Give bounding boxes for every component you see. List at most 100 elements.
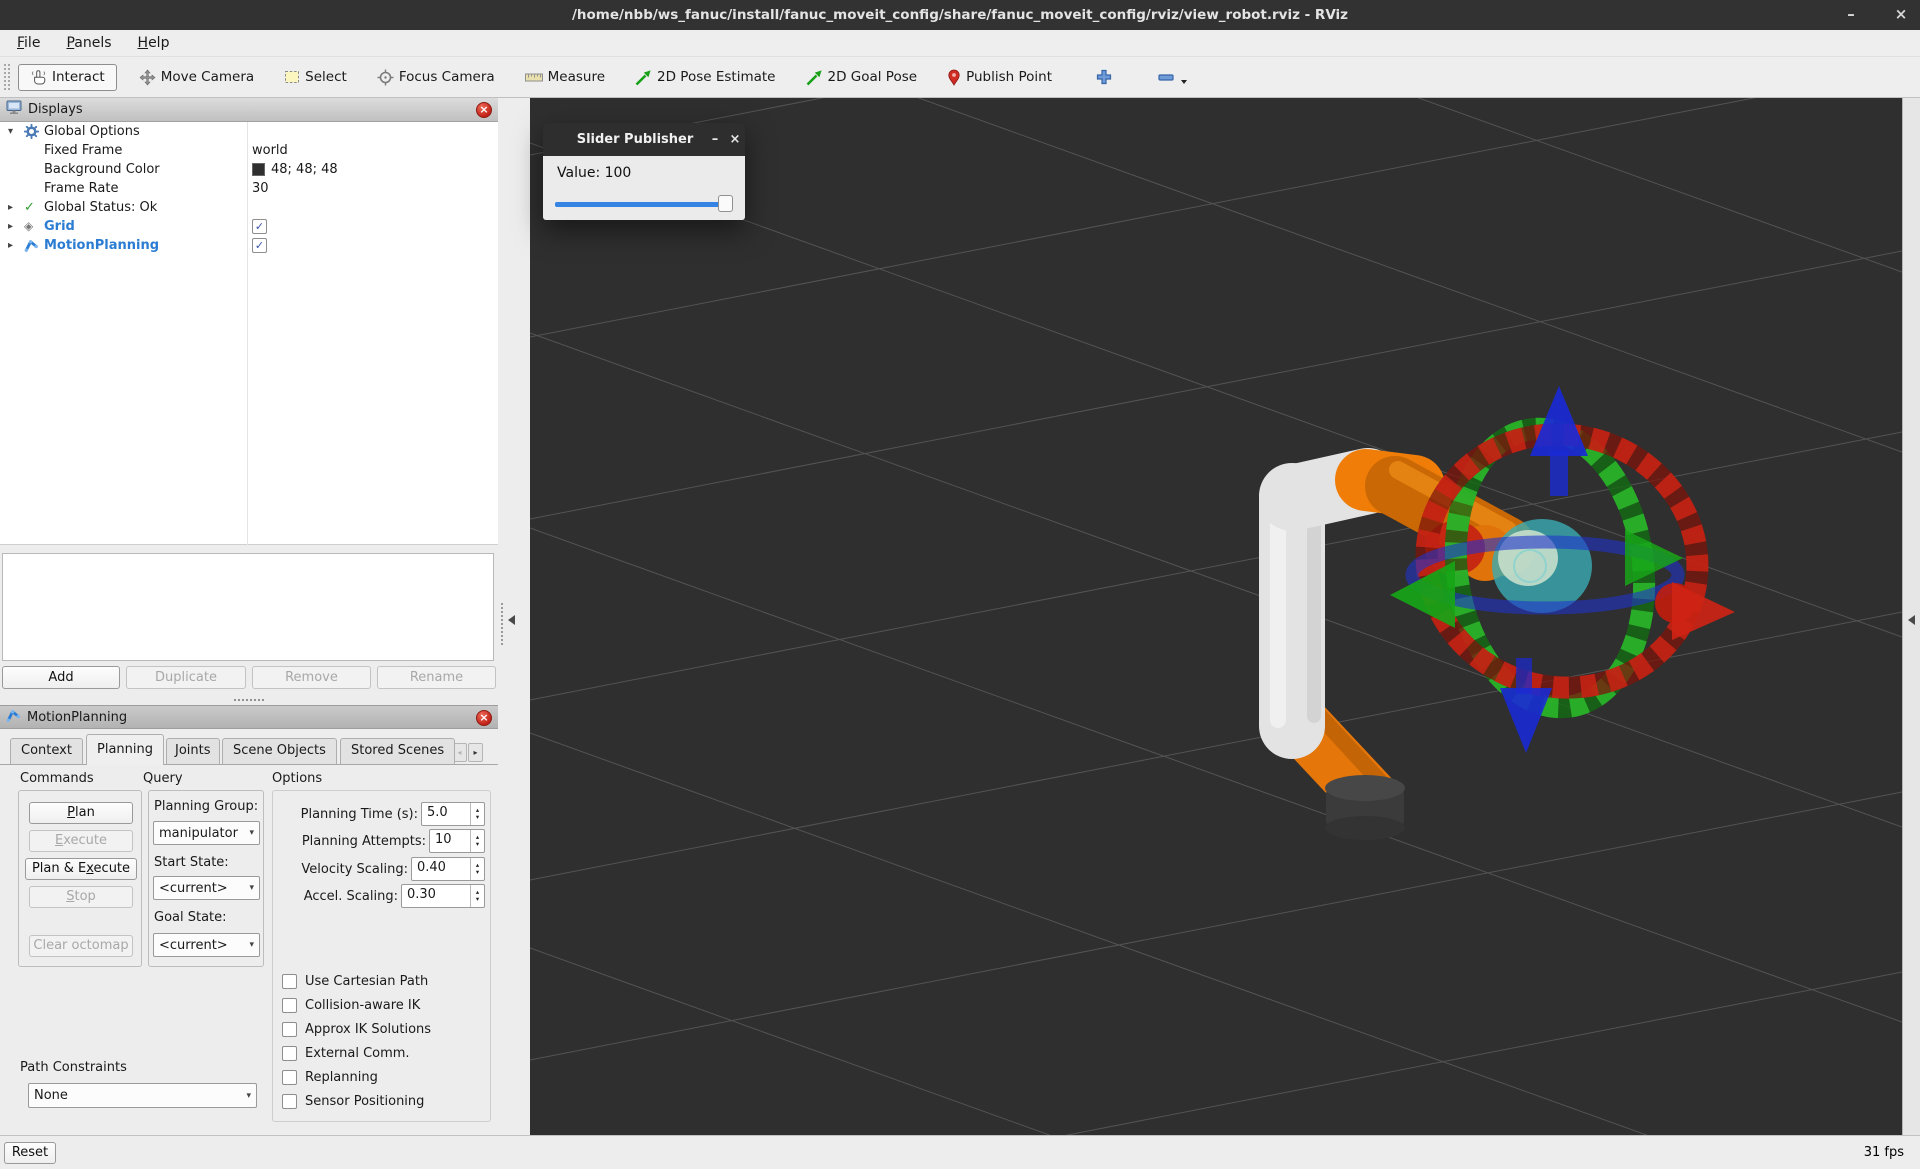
tree-row-background-color[interactable]: Background Color 48; 48; 48 (0, 160, 498, 179)
chevron-expanded-icon[interactable]: ▾ (8, 122, 20, 141)
tree-row-fixed-frame[interactable]: Fixed Frame world (0, 141, 498, 160)
background-color-value[interactable]: 48; 48; 48 (271, 160, 338, 179)
replanning-checkbox[interactable] (282, 1070, 297, 1085)
monitor-icon (6, 100, 22, 119)
tool-measure[interactable]: Measure (517, 64, 613, 90)
chevron-collapsed-icon[interactable]: ▸ (8, 236, 20, 255)
panel-viewport-splitter[interactable] (498, 98, 530, 1135)
tab-joints[interactable]: Joints (166, 738, 220, 764)
collision-aware-ik-option[interactable]: Collision-aware IK (282, 997, 420, 1014)
stop-button[interactable]: Stop (29, 886, 133, 908)
rename-display-button[interactable]: Rename (377, 666, 496, 689)
velocity-scaling-input[interactable]: 0.40 ▴▾ (411, 857, 485, 881)
toolbar-grip[interactable] (4, 64, 10, 90)
spin-down-icon: ▾ (476, 869, 479, 876)
fixed-frame-value[interactable]: world (252, 141, 288, 160)
slider-window-close-button[interactable]: × (725, 132, 745, 147)
sensor-positioning-option[interactable]: Sensor Positioning (282, 1093, 424, 1110)
spinner-buttons[interactable]: ▴▾ (470, 885, 484, 907)
accel-scaling-input[interactable]: 0.30 ▴▾ (401, 884, 485, 908)
add-display-button[interactable]: Add (2, 666, 120, 689)
reset-button[interactable]: Reset (4, 1142, 56, 1164)
duplicate-display-button[interactable]: Duplicate (126, 666, 246, 689)
displays-panel-header[interactable]: Displays × (0, 98, 498, 122)
motion-planning-icon (24, 238, 39, 259)
remove-display-button[interactable]: Remove (252, 666, 371, 689)
path-constraints-select[interactable]: None ▾ (28, 1083, 257, 1108)
use-cartesian-path-option[interactable]: Use Cartesian Path (282, 973, 428, 990)
tab-stored-scenes[interactable]: Stored Scenes (340, 738, 455, 764)
3d-scene-canvas[interactable] (530, 98, 1902, 1135)
plan-and-execute-button[interactable]: Plan & Execute (25, 858, 137, 880)
window-close-button[interactable]: × (1890, 0, 1912, 30)
replanning-option[interactable]: Replanning (282, 1069, 378, 1086)
collision-aware-ik-checkbox[interactable] (282, 998, 297, 1013)
menu-file[interactable]: File (4, 30, 53, 57)
plan-button[interactable]: Plan (29, 802, 133, 824)
tool-publish-point[interactable]: Publish Point (939, 64, 1060, 91)
green-pose-arrow-icon (635, 69, 652, 86)
spinner-buttons[interactable]: ▴▾ (470, 830, 484, 852)
slider-handle[interactable] (718, 195, 733, 212)
tool-select[interactable]: Select (276, 64, 355, 90)
tree-row-grid[interactable]: ▸ ◈ Grid ✓ (0, 217, 498, 236)
close-displays-panel-button[interactable]: × (476, 102, 492, 118)
collapse-left-icon[interactable] (508, 615, 515, 625)
planning-attempts-input[interactable]: 10 ▴▾ (429, 829, 485, 853)
tab-scroll-right-button[interactable]: ▸ (468, 743, 483, 762)
value-slider[interactable] (555, 195, 733, 213)
selection-box-icon (284, 69, 300, 85)
splitter-grip[interactable] (501, 603, 503, 645)
color-swatch[interactable] (252, 163, 265, 176)
use-cartesian-path-checkbox[interactable] (282, 974, 297, 989)
tool-move-camera[interactable]: Move Camera (131, 64, 262, 91)
close-motion-planning-panel-button[interactable]: × (476, 710, 492, 726)
plus-icon (1096, 69, 1112, 85)
approx-ik-solutions-option[interactable]: Approx IK Solutions (282, 1021, 431, 1038)
sensor-positioning-checkbox[interactable] (282, 1094, 297, 1109)
tree-row-global-status[interactable]: ▸ ✓ Global Status: Ok (0, 198, 498, 217)
tool-focus-camera[interactable]: Focus Camera (369, 64, 503, 91)
tree-row-frame-rate[interactable]: Frame Rate 30 (0, 179, 498, 198)
motion-planning-enabled-checkbox[interactable]: ✓ (252, 238, 267, 253)
tool-2d-pose-estimate[interactable]: 2D Pose Estimate (627, 64, 783, 91)
clear-octomap-button[interactable]: Clear octomap (29, 935, 133, 957)
external-comm-option[interactable]: External Comm. (282, 1045, 410, 1062)
chevron-collapsed-icon[interactable]: ▸ (8, 198, 20, 217)
planning-group-select[interactable]: manipulator ▾ (153, 821, 260, 845)
remove-tool-button[interactable] (1150, 65, 1195, 89)
tab-scene-objects[interactable]: Scene Objects (222, 738, 337, 764)
tool-interact[interactable]: Interact (18, 64, 117, 91)
frame-rate-value[interactable]: 30 (252, 179, 269, 198)
chevron-collapsed-icon[interactable]: ▸ (8, 217, 20, 236)
menu-panels[interactable]: Panels (53, 30, 124, 57)
slider-window-titlebar[interactable]: Slider Publisher – × (543, 123, 745, 156)
collapse-right-panel-icon[interactable] (1908, 615, 1915, 625)
planning-time-input[interactable]: 5.0 ▴▾ (421, 802, 485, 826)
tree-row-global-options[interactable]: ▾ Global Options (0, 122, 498, 141)
tab-context[interactable]: Context (10, 738, 83, 764)
spinner-buttons[interactable]: ▴▾ (470, 803, 484, 825)
tab-planning[interactable]: Planning (86, 734, 164, 765)
spin-down-icon: ▾ (476, 841, 479, 848)
spinner-buttons[interactable]: ▴▾ (470, 858, 484, 880)
goal-state-select[interactable]: <current> ▾ (153, 933, 260, 957)
execute-button[interactable]: Execute (29, 830, 133, 852)
motion-planning-panel-header[interactable]: MotionPlanning × (0, 705, 498, 729)
right-panel-strip[interactable] (1902, 98, 1920, 1135)
add-tool-button[interactable] (1088, 64, 1120, 90)
grid-enabled-checkbox[interactable]: ✓ (252, 219, 267, 234)
approx-ik-solutions-checkbox[interactable] (282, 1022, 297, 1037)
interactive-marker[interactable] (1390, 386, 1735, 753)
menu-help[interactable]: Help (125, 30, 183, 57)
planning-time-row: Planning Time (s): 5.0 ▴▾ (279, 802, 485, 826)
3d-viewport[interactable] (530, 98, 1902, 1135)
tree-row-motion-planning[interactable]: ▸ MotionPlanning ✓ (0, 236, 498, 255)
start-state-select[interactable]: <current> ▾ (153, 876, 260, 900)
external-comm-checkbox[interactable] (282, 1046, 297, 1061)
window-minimize-button[interactable]: – (1840, 0, 1862, 30)
tool-2d-goal-pose[interactable]: 2D Goal Pose (798, 64, 926, 91)
panel-splitter-handle[interactable] (234, 699, 264, 702)
slider-window-minimize-button[interactable]: – (705, 132, 725, 147)
ruler-icon (525, 71, 543, 84)
